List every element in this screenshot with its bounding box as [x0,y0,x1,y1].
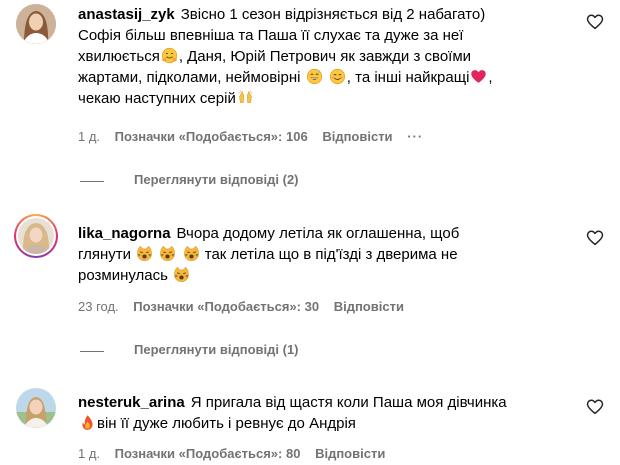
heart-outline-icon[interactable] [586,229,604,247]
avatar[interactable] [16,388,56,428]
comment-text: хвилюється [78,48,160,65]
raising-hands-icon [237,89,254,106]
comment-text: розминулась [78,267,168,284]
view-replies-button[interactable]: Переглянути відповіді (2) [80,172,340,192]
likes-count[interactable]: Позначки «Подобається»: 106 [115,129,308,144]
red-heart-icon [470,68,487,85]
likes-count[interactable]: Позначки «Подобається»: 80 [115,446,301,461]
comment-body: lika_nagorna Вчора додому летіла як оглаш… [78,223,578,286]
comment-text: глянути [78,246,132,263]
comment-username[interactable]: lika_nagorna [78,225,171,242]
avatar-story-ring[interactable] [14,214,58,258]
comment-text: Я пригала від щастя коли Паша моя дівчин… [190,394,507,411]
comment-meta: 1 д. Позначки «Подобається»: 80 Відповіс… [78,446,396,461]
comment-text: чекаю наступних серій [78,90,236,107]
comment-body: nesteruk_arina Я пригала від щастя коли П… [78,392,578,434]
divider-line [80,351,104,352]
reply-button[interactable]: Відповісти [322,129,392,144]
comment-username[interactable]: nesteruk_arina [78,394,185,411]
comment-text: жартами, підколами, неймовірні [78,69,301,86]
weary-cat-face-icon [173,266,190,283]
view-replies-button[interactable]: Переглянути відповіді (1) [80,342,340,362]
weary-cat-face-icon [136,245,153,262]
smiling-face-with-open-hands-icon [161,47,178,64]
comment-text: так летіла що в під'їзді з дверима не [204,246,458,263]
comment-time: 1 д. [78,129,101,144]
comment-text: Софія більш впевніша та Паша її слухає т… [78,27,464,44]
comment-text: він її дуже любить і ревнує до Андрія [97,415,356,432]
view-replies-label: Переглянути відповіді (2) [134,172,299,187]
weary-cat-face-icon [183,245,200,262]
comment-meta: 23 год. Позначки «Подобається»: 30 Відпо… [78,299,415,314]
grinning-face-with-sweat-icon [306,68,323,85]
heart-outline-icon[interactable] [586,13,604,31]
comment-time: 1 д. [78,446,101,461]
comment-username[interactable]: anastasij_zyk [78,6,175,23]
comment-text: Вчора додому летіла як оглашенна, щоб [176,225,460,242]
comment-body: anastasij_zyk Звісно 1 сезон відрізняєтьс… [78,6,493,107]
view-replies-label: Переглянути відповіді (1) [134,342,299,357]
weary-cat-face-icon [159,245,176,262]
comment-text: , та інші найкращі [346,69,470,86]
more-options-icon[interactable]: ··· [407,129,423,144]
avatar[interactable] [16,4,56,44]
avatar [18,218,54,254]
likes-count[interactable]: Позначки «Подобається»: 30 [133,299,319,314]
fire-icon [79,414,96,431]
smiling-face-with-smiling-eyes-icon [329,68,346,85]
comment-time: 23 год. [78,299,119,314]
comment-text: , Даня, Юрій Петрович як завжди з своїми [178,48,472,65]
heart-outline-icon[interactable] [586,398,604,416]
comment-meta: 1 д. Позначки «Подобається»: 106 Відпові… [78,129,434,144]
comment-text: Звісно 1 сезон відрізняється від 2 набаг… [180,6,486,23]
reply-button[interactable]: Відповісти [315,446,385,461]
reply-button[interactable]: Відповісти [334,299,404,314]
divider-line [80,181,104,182]
